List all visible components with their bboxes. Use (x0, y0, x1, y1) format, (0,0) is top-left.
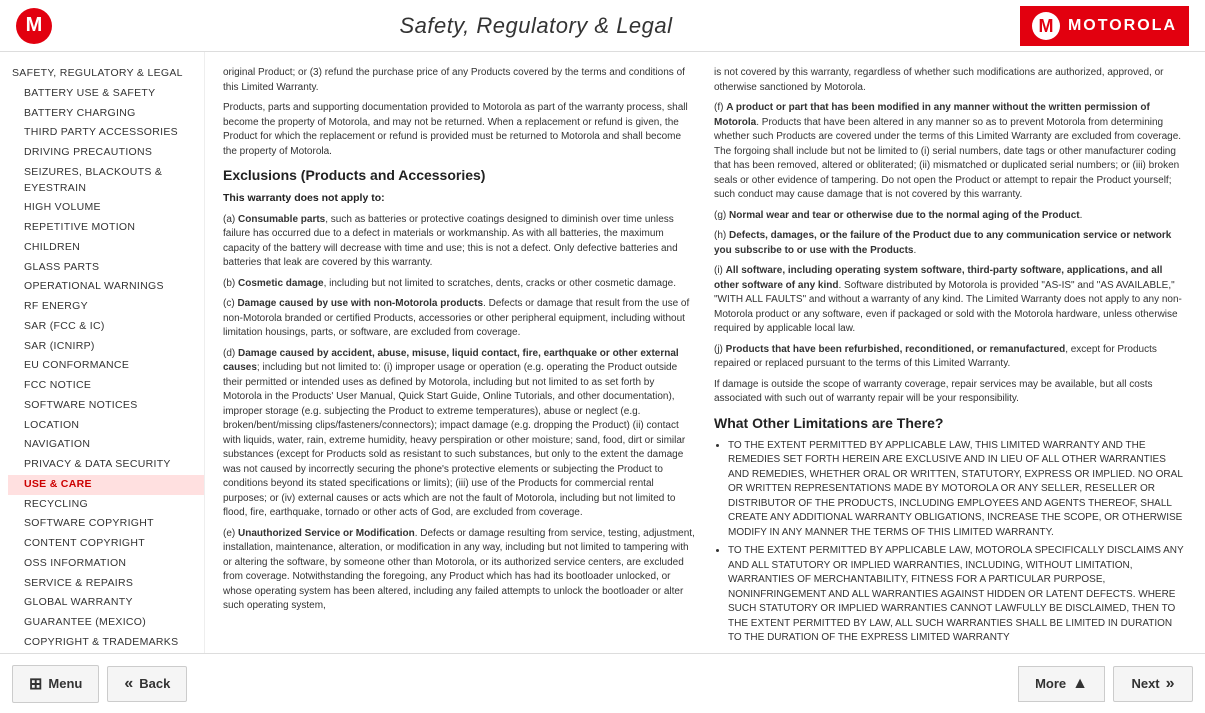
para-e: (e) Unauthorized Service or Modification… (223, 527, 696, 614)
sidebar-item-24[interactable]: OSS INFORMATION (8, 554, 204, 574)
sidebar-item-15[interactable]: FCC NOTICE (8, 376, 204, 396)
limitation-item-2: TO THE EXTENT PERMITTED BY APPLICABLE LA… (728, 544, 1187, 646)
sidebar-item-27[interactable]: GUARANTEE (MEXICO) (8, 613, 204, 633)
motorola-brand-text: MOTOROLA (1068, 17, 1177, 35)
motorola-m-icon: M (1032, 12, 1060, 40)
para-j: (j) Products that have been refurbished,… (714, 343, 1187, 372)
header: M Safety, Regulatory & Legal M MOTOROLA (0, 0, 1205, 52)
more-icon: ▲ (1072, 675, 1088, 693)
exclusions-heading: Exclusions (Products and Accessories) (223, 165, 696, 185)
sidebar-item-22[interactable]: SOFTWARE COPYRIGHT (8, 514, 204, 534)
sidebar-item-1[interactable]: BATTERY USE & SAFETY (8, 84, 204, 104)
menu-icon: ⊞ (29, 674, 42, 694)
next-label: Next (1131, 676, 1159, 691)
sidebar-item-6[interactable]: HIGH VOLUME (8, 198, 204, 218)
para1-text: Products, parts and supporting documenta… (223, 101, 696, 159)
sidebar-item-21[interactable]: RECYCLING (8, 495, 204, 515)
para-b: (b) Cosmetic damage, including but not l… (223, 277, 696, 292)
sidebar-item-19[interactable]: PRIVACY & DATA SECURITY (8, 455, 204, 475)
next-icon: » (1166, 675, 1175, 693)
sidebar-item-0[interactable]: SAFETY, REGULATORY & LEGAL (8, 64, 204, 84)
right-column: is not covered by this warranty, regardl… (714, 66, 1187, 652)
limitations-list: TO THE EXTENT PERMITTED BY APPLICABLE LA… (728, 439, 1187, 646)
more-button[interactable]: More ▲ (1018, 666, 1105, 702)
sidebar-item-10[interactable]: OPERATIONAL WARNINGS (8, 277, 204, 297)
sidebar-item-5[interactable]: SEIZURES, BLACKOUTS & EYESTRAIN (8, 163, 204, 199)
next-button[interactable]: Next » (1113, 666, 1193, 702)
right-intro: is not covered by this warranty, regardl… (714, 66, 1187, 95)
content-area: SAFETY, REGULATORY & LEGALBATTERY USE & … (0, 52, 1205, 653)
intro-text: original Product; or (3) refund the purc… (223, 66, 696, 95)
para-f: (f) A product or part that has been modi… (714, 101, 1187, 203)
sidebar-item-28[interactable]: COPYRIGHT & TRADEMARKS (8, 633, 204, 653)
sidebar-item-3[interactable]: THIRD PARTY ACCESSORIES (8, 123, 204, 143)
para-h: (h) Defects, damages, or the failure of … (714, 229, 1187, 258)
sidebar-item-23[interactable]: CONTENT COPYRIGHT (8, 534, 204, 554)
sidebar-item-9[interactable]: GLASS PARTS (8, 258, 204, 278)
back-label: Back (139, 676, 170, 691)
sidebar-item-25[interactable]: SERVICE & REPAIRS (8, 574, 204, 594)
back-button[interactable]: « Back (107, 666, 187, 702)
menu-button[interactable]: ⊞ Menu (12, 665, 99, 703)
para-d: (d) Damage caused by accident, abuse, mi… (223, 347, 696, 521)
para-repair: If damage is outside the scope of warran… (714, 378, 1187, 407)
sidebar-item-14[interactable]: EU CONFORMANCE (8, 356, 204, 376)
limitations-heading: What Other Limitations are There? (714, 413, 1187, 433)
warranty-subheading: This warranty does not apply to: (223, 191, 696, 207)
sidebar-item-2[interactable]: BATTERY CHARGING (8, 104, 204, 124)
two-column-layout: original Product; or (3) refund the purc… (223, 66, 1187, 652)
svg-text:M: M (1038, 16, 1053, 36)
para-a: (a) Consumable parts, such as batteries … (223, 213, 696, 271)
limitation-item-1: TO THE EXTENT PERMITTED BY APPLICABLE LA… (728, 439, 1187, 541)
sidebar-item-13[interactable]: SAR (ICNIRP) (8, 337, 204, 357)
menu-label: Menu (48, 676, 82, 691)
sidebar-item-8[interactable]: CHILDREN (8, 238, 204, 258)
para-c: (c) Damage caused by use with non-Motoro… (223, 297, 696, 341)
page-title: Safety, Regulatory & Legal (52, 13, 1020, 39)
sidebar-item-18[interactable]: NAVIGATION (8, 435, 204, 455)
footer: ⊞ Menu « Back More ▲ Next » (0, 653, 1205, 713)
sidebar-item-11[interactable]: RF ENERGY (8, 297, 204, 317)
motorola-logo-left: M (16, 8, 52, 44)
sidebar-item-4[interactable]: DRIVING PRECAUTIONS (8, 143, 204, 163)
sidebar-item-20[interactable]: USE & CARE (8, 475, 204, 495)
motorola-brand-badge: M MOTOROLA (1020, 6, 1189, 46)
main-content: original Product; or (3) refund the purc… (205, 52, 1205, 653)
left-column: original Product; or (3) refund the purc… (223, 66, 696, 652)
sidebar-item-16[interactable]: SOFTWARE NOTICES (8, 396, 204, 416)
sidebar-item-26[interactable]: GLOBAL WARRANTY (8, 593, 204, 613)
para-g: (g) Normal wear and tear or otherwise du… (714, 209, 1187, 224)
sidebar-item-12[interactable]: SAR (FCC & IC) (8, 317, 204, 337)
sidebar-item-7[interactable]: REPETITIVE MOTION (8, 218, 204, 238)
sidebar-item-17[interactable]: LOCATION (8, 416, 204, 436)
back-icon: « (124, 675, 133, 693)
more-label: More (1035, 676, 1066, 691)
sidebar: SAFETY, REGULATORY & LEGALBATTERY USE & … (0, 52, 205, 653)
para-i: (i) All software, including operating sy… (714, 264, 1187, 337)
